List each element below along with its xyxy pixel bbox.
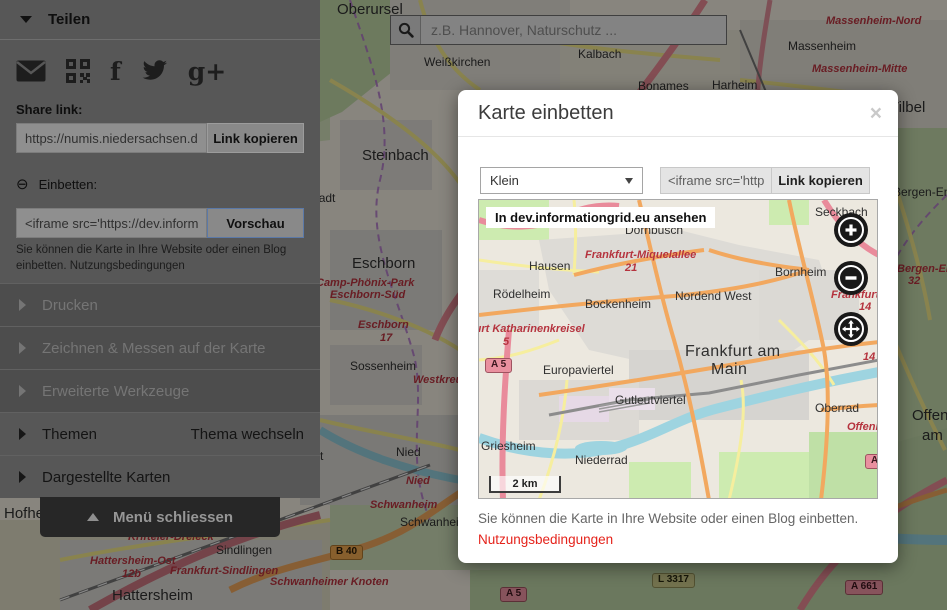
chevron-right-icon xyxy=(19,342,26,354)
sidebar-item-dargestellte-karten[interactable]: Dargestellte Karten xyxy=(0,455,320,498)
mail-icon[interactable] xyxy=(16,60,46,82)
thema-wechseln-link[interactable]: Thema wechseln xyxy=(191,426,304,443)
size-select-value: Klein xyxy=(490,173,519,188)
map-place-label: Offenba xyxy=(847,422,878,434)
preview-button[interactable]: Vorschau xyxy=(207,208,304,238)
share-icons-row: f g+ xyxy=(16,56,304,86)
twitter-icon[interactable] xyxy=(141,60,168,82)
scale-bar: 2 km xyxy=(489,476,561,493)
embed-toggle[interactable]: ⊖ Einbetten: xyxy=(16,177,304,192)
terms-link[interactable]: Nutzungsbedingungen xyxy=(478,532,613,547)
dialog-header: Karte einbetten × xyxy=(458,90,898,137)
move-arrows-icon xyxy=(838,316,864,342)
map-place-label: Bockenheim xyxy=(585,298,651,311)
share-sidebar: Teilen xyxy=(0,0,320,497)
plus-icon xyxy=(838,217,864,243)
map-place-label: Oberrad xyxy=(815,402,859,415)
map-place-label: Frankfurt Katharinenkreisel xyxy=(478,324,585,336)
close-icon[interactable]: × xyxy=(870,103,882,124)
share-link-label: Share link: xyxy=(16,102,304,117)
googleplus-icon[interactable]: g+ xyxy=(188,59,226,84)
search-bar xyxy=(390,15,727,45)
map-place-label: Frankfurt-Miquelallee xyxy=(585,250,696,262)
map-place-label: 21 xyxy=(625,263,637,275)
dialog-title: Karte einbetten xyxy=(478,102,614,125)
map-place-label: Rödelheim xyxy=(493,288,550,301)
map-place-label: Niederrad xyxy=(575,454,628,467)
search-input[interactable] xyxy=(421,16,726,44)
share-panel-header[interactable]: Teilen xyxy=(0,0,320,40)
size-select[interactable]: Klein xyxy=(480,167,643,194)
minus-icon xyxy=(838,265,864,291)
search-icon[interactable] xyxy=(391,16,421,44)
map-place-label: Gutleutviertel xyxy=(615,394,686,407)
road-badge: A 5 xyxy=(485,358,512,373)
sidebar-menu: Drucken Zeichnen & Messen auf der Karte … xyxy=(0,283,320,498)
share-panel-title: Teilen xyxy=(48,11,90,28)
pan-button[interactable] xyxy=(834,312,868,346)
embed-controls-row: Klein Link kopieren xyxy=(480,167,870,194)
select-arrow-icon xyxy=(625,178,633,184)
preview-map-labels: SeckbachDornbuschHausenFrankfurt-Miquela… xyxy=(479,200,877,498)
facebook-icon[interactable]: f xyxy=(110,59,121,84)
embed-note: Sie können die Karte in Ihre Website ode… xyxy=(16,243,304,274)
zoom-in-button[interactable] xyxy=(834,213,868,247)
app-window: OberurselKalbachWeißkirchenBonamesHarhei… xyxy=(0,0,947,610)
embed-label: Einbetten: xyxy=(39,177,98,192)
sidebar-item-erweiterte-werkzeuge[interactable]: Erweiterte Werkzeuge xyxy=(0,369,320,412)
close-menu-button[interactable]: Menü schliessen xyxy=(40,497,280,537)
embed-code-input-modal[interactable] xyxy=(660,167,771,194)
map-place-label: 5 xyxy=(503,337,509,349)
embed-code-input[interactable] xyxy=(16,208,207,238)
chevron-down-icon xyxy=(20,16,32,23)
chevron-right-icon xyxy=(19,428,26,440)
map-place-label: 14 xyxy=(859,302,871,314)
sidebar-item-themen[interactable]: Themen Thema wechseln xyxy=(0,412,320,455)
sidebar-item-zeichnen-messen[interactable]: Zeichnen & Messen auf der Karte xyxy=(0,326,320,369)
sidebar-item-drucken[interactable]: Drucken xyxy=(0,283,320,326)
share-section: f g+ Share link: Link kopieren ⊖ Einbett… xyxy=(0,56,320,274)
zoom-out-button[interactable] xyxy=(834,261,868,295)
chevron-right-icon xyxy=(19,299,26,311)
map-place-label: Frankfurt am xyxy=(685,344,781,361)
chevron-right-icon xyxy=(19,471,26,483)
embed-map-dialog: Karte einbetten × Klein Link kopieren xyxy=(458,90,898,563)
road-badge: A xyxy=(865,454,878,469)
chevron-right-icon xyxy=(19,385,26,397)
share-link-input[interactable] xyxy=(16,123,207,153)
map-place-label: 14 xyxy=(863,352,875,364)
chevron-up-icon xyxy=(87,513,99,521)
map-place-label: Griesheim xyxy=(481,440,536,453)
map-place-label: Main xyxy=(711,362,747,379)
map-place-label: Europaviertel xyxy=(543,364,614,377)
qr-code-icon[interactable] xyxy=(66,59,90,83)
copy-link-button-modal[interactable]: Link kopieren xyxy=(771,167,870,194)
collapse-circle-icon: ⊖ xyxy=(16,177,29,192)
modal-note: Sie können die Karte in Ihre Website ode… xyxy=(478,511,898,526)
map-preview[interactable]: SeckbachDornbuschHausenFrankfurt-Miquela… xyxy=(478,199,878,499)
preview-banner[interactable]: In dev.informationgrid.eu ansehen xyxy=(486,207,715,228)
map-place-label: Hausen xyxy=(529,260,570,273)
map-place-label: Bornheim xyxy=(775,266,826,279)
copy-link-button[interactable]: Link kopieren xyxy=(207,123,304,153)
map-place-label: Nordend West xyxy=(675,290,751,303)
